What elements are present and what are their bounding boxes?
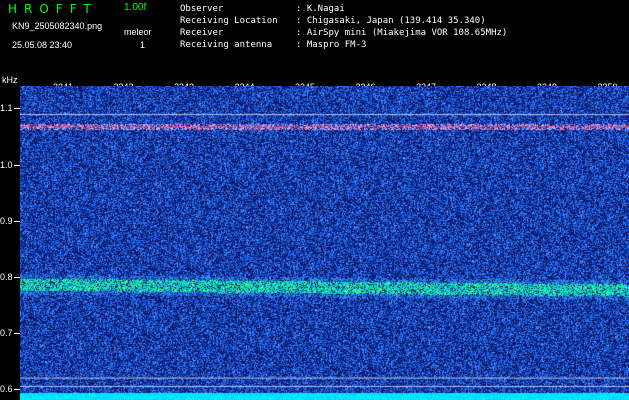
- info-value: : Chigasaki, Japan (139.414 35.340): [296, 16, 486, 26]
- app-logo: HROFFT: [8, 2, 98, 16]
- info-value: : K.Nagai: [296, 4, 345, 14]
- info-value: : AirSpy mini (Miakejima VOR 108.65MHz): [296, 28, 508, 38]
- header-panel: HROFFT 1.00f KN9_2505082340.png meleor 2…: [0, 0, 629, 75]
- detection-count: 1: [140, 40, 146, 50]
- file-name: KN9_2505082340.png: [12, 21, 103, 31]
- spectrogram-canvas: [20, 86, 629, 400]
- info-key: Receiver: [180, 28, 224, 38]
- detection-mode: meleor: [124, 27, 152, 37]
- info-row-observer: Observer : K.Nagai: [180, 3, 507, 15]
- observation-info: Observer : K.Nagai Receiving Location : Ch…: [180, 3, 507, 51]
- info-row-location: Receiving Location : Chigasaki, Japan (13…: [180, 15, 507, 27]
- observation-datetime: 25.05.08 23:40: [12, 40, 73, 50]
- info-key: Observer: [180, 4, 224, 14]
- info-key: Receiving antenna: [180, 40, 273, 50]
- y-axis-unit: kHz: [2, 75, 18, 85]
- info-row-antenna: Receiving antenna : Maspro FM-3: [180, 39, 507, 51]
- app-version: 1.00f: [124, 2, 147, 13]
- info-key: Receiving Location: [180, 16, 278, 26]
- spectrogram-plot: [20, 86, 629, 400]
- info-row-receiver: Receiver : AirSpy mini (Miakejima VOR 108…: [180, 27, 507, 39]
- info-value: : Maspro FM-3: [296, 40, 367, 50]
